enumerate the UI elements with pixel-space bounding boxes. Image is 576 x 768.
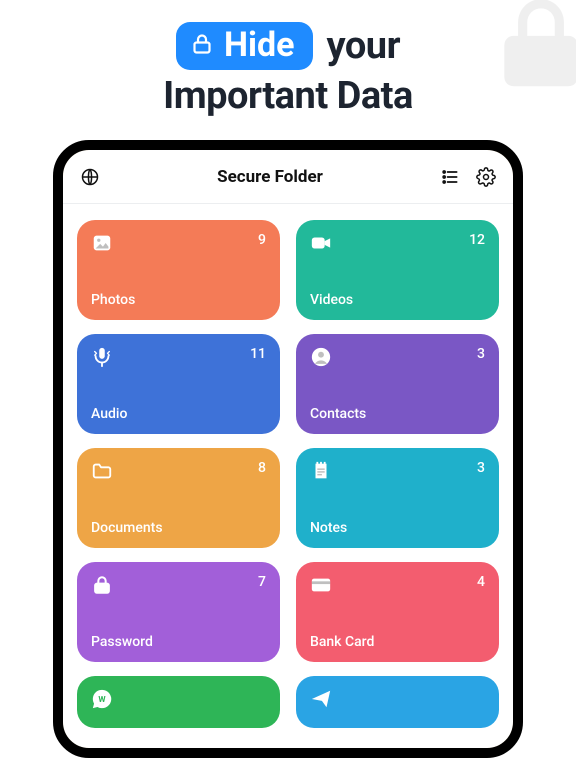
card-label: Notes	[310, 520, 485, 536]
folder-icon	[91, 460, 113, 482]
gear-icon[interactable]	[475, 166, 497, 188]
hero-line-1: Hide your	[0, 22, 576, 70]
hero: Hide your Important Data	[0, 0, 576, 118]
tablet-frame: Secure Folder 9 Photos 12 Videos 11 Audio 3 Con…	[53, 140, 523, 758]
folder-card-whatsapp[interactable]: W	[77, 676, 280, 728]
card-count: 8	[258, 460, 266, 476]
card-label: Documents	[91, 520, 266, 536]
card-count: 4	[477, 574, 485, 590]
page-title: Secure Folder	[217, 167, 323, 187]
folder-card-audio[interactable]: 11 Audio	[77, 334, 280, 434]
card-label: Audio	[91, 406, 266, 422]
svg-text:W: W	[98, 695, 106, 705]
hide-pill: Hide	[176, 22, 313, 70]
note-icon	[310, 460, 332, 482]
folder-card-videos[interactable]: 12 Videos	[296, 220, 499, 320]
photo-icon	[91, 232, 113, 254]
folder-card-documents[interactable]: 8 Documents	[77, 448, 280, 548]
card-count: 3	[477, 346, 485, 362]
topbar: Secure Folder	[63, 150, 513, 204]
send-icon	[310, 688, 332, 710]
card-count: 7	[258, 574, 266, 590]
card-count: 11	[250, 346, 266, 362]
contact-icon	[310, 346, 332, 368]
list-icon[interactable]	[439, 166, 461, 188]
app-screen: Secure Folder 9 Photos 12 Videos 11 Audio 3 Con…	[63, 150, 513, 748]
card-label: Videos	[310, 292, 485, 308]
video-icon	[310, 232, 332, 254]
folder-card-notes[interactable]: 3 Notes	[296, 448, 499, 548]
lock-icon	[190, 28, 214, 62]
card-count: 9	[258, 232, 266, 248]
folder-card-bank-card[interactable]: 4 Bank Card	[296, 562, 499, 662]
whatsapp-icon: W	[91, 688, 113, 710]
folder-card-photos[interactable]: 9 Photos	[77, 220, 280, 320]
lock-icon	[91, 574, 113, 596]
card-label: Bank Card	[310, 634, 485, 650]
card-count: 3	[477, 460, 485, 476]
card-label: Password	[91, 634, 266, 650]
hero-text-your: your	[327, 24, 401, 68]
card-label: Contacts	[310, 406, 485, 422]
folder-card-send[interactable]	[296, 676, 499, 728]
mic-icon	[91, 346, 113, 368]
hide-pill-label: Hide	[224, 28, 295, 62]
card-icon	[310, 574, 332, 596]
card-label: Photos	[91, 292, 266, 308]
folder-card-contacts[interactable]: 3 Contacts	[296, 334, 499, 434]
globe-icon[interactable]	[79, 166, 101, 188]
folder-grid: 9 Photos 12 Videos 11 Audio 3 Contacts 8 Document…	[63, 204, 513, 728]
card-count: 12	[469, 232, 485, 248]
folder-card-password[interactable]: 7 Password	[77, 562, 280, 662]
hero-line-2: Important Data	[0, 74, 576, 118]
